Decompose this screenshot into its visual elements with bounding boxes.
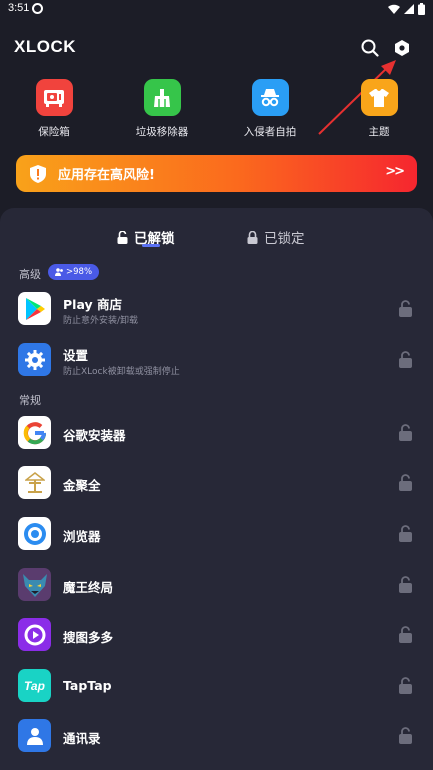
app-name: Play 商店 bbox=[63, 297, 122, 312]
app-desc: 防止XLock被卸载或强制停止 bbox=[63, 367, 180, 377]
app-name: 魔王终局 bbox=[63, 580, 114, 595]
feature-label: 主题 bbox=[368, 126, 390, 138]
contacts-icon bbox=[18, 719, 51, 752]
app-name: 搜图多多 bbox=[63, 630, 114, 645]
section-normal: 常规 bbox=[19, 394, 41, 407]
status-icons bbox=[388, 3, 425, 15]
broom-icon bbox=[143, 79, 181, 116]
settings-gear-icon bbox=[18, 343, 51, 376]
lock-toggle-icon[interactable] bbox=[398, 300, 413, 317]
lock-toggle-icon[interactable] bbox=[398, 525, 413, 542]
list-item-taptap[interactable]: Tap TapTap bbox=[0, 666, 433, 706]
list-item-soutu-duoduo[interactable]: 搜图多多 bbox=[0, 615, 433, 655]
badge-text: >98% bbox=[66, 267, 93, 277]
list-item-browser[interactable]: 浏览器 bbox=[0, 514, 433, 554]
app-list-panel: 已解锁 已锁定 高级 >98% Play 商店 防止意外安装/卸载 设置 防止X… bbox=[0, 208, 433, 770]
list-item-mowang-zhongju[interactable]: 魔王终局 bbox=[0, 565, 433, 605]
status-bar: 3:51 bbox=[0, 0, 433, 20]
risk-text: 应用存在高风险! bbox=[58, 168, 155, 183]
taptap-icon-text: Tap bbox=[24, 678, 45, 693]
list-item-jinjuquan[interactable]: 金聚全 bbox=[0, 463, 433, 503]
sync-icon bbox=[32, 3, 43, 14]
app-name: TapTap bbox=[63, 678, 112, 693]
list-item-contacts[interactable]: 通讯录 bbox=[0, 716, 433, 756]
game-monster-icon bbox=[18, 568, 51, 601]
status-time: 3:51 bbox=[8, 2, 30, 14]
shield-alert-icon bbox=[30, 164, 46, 183]
app-name: 通讯录 bbox=[63, 731, 101, 746]
battery-icon bbox=[418, 3, 425, 15]
app-name: 浏览器 bbox=[63, 529, 101, 544]
feature-theme[interactable]: 主题 bbox=[339, 79, 419, 139]
browser-icon bbox=[18, 517, 51, 550]
taptap-icon: Tap bbox=[18, 669, 51, 702]
users-icon bbox=[55, 268, 63, 276]
play-circle-icon bbox=[18, 618, 51, 651]
list-item-play-store[interactable]: Play 商店 防止意外安装/卸载 bbox=[0, 289, 433, 329]
wifi-icon bbox=[388, 4, 400, 14]
chevron-right-icon: >> bbox=[385, 164, 405, 179]
feature-label: 保险箱 bbox=[38, 126, 70, 138]
signal-icon bbox=[404, 4, 414, 14]
settings-icon[interactable] bbox=[390, 36, 414, 60]
tab-locked-label: 已锁定 bbox=[264, 231, 305, 247]
list-item-google-installer[interactable]: 谷歌安装器 bbox=[0, 413, 433, 453]
tab-locked[interactable]: 已锁定 bbox=[247, 227, 305, 247]
search-icon[interactable] bbox=[358, 36, 382, 60]
lock-toggle-icon[interactable] bbox=[398, 351, 413, 368]
list-item-settings[interactable]: 设置 防止XLock被卸载或强制停止 bbox=[0, 340, 433, 380]
lock-toggle-icon[interactable] bbox=[398, 576, 413, 593]
jinjuquan-icon bbox=[18, 466, 51, 499]
app-name: 金聚全 bbox=[63, 478, 101, 493]
active-tab-indicator bbox=[142, 244, 160, 247]
section-advanced: 高级 bbox=[19, 268, 41, 281]
feature-shortcuts: 保险箱 垃圾移除器 入侵者自拍 主题 bbox=[0, 79, 433, 141]
lock-toggle-icon[interactable] bbox=[398, 424, 413, 441]
lock-toggle-icon[interactable] bbox=[398, 626, 413, 643]
app-desc: 防止意外安装/卸载 bbox=[63, 316, 139, 326]
app-name: 设置 bbox=[63, 348, 89, 363]
lock-toggle-icon[interactable] bbox=[398, 474, 413, 491]
intruder-icon bbox=[251, 79, 289, 116]
feature-label: 入侵者自拍 bbox=[243, 126, 297, 138]
app-name: 谷歌安装器 bbox=[63, 428, 126, 443]
feature-junk-cleaner[interactable]: 垃圾移除器 bbox=[122, 79, 202, 139]
vault-icon bbox=[35, 79, 73, 116]
lock-toggle-icon[interactable] bbox=[398, 677, 413, 694]
feature-vault[interactable]: 保险箱 bbox=[14, 79, 94, 139]
google-icon bbox=[18, 416, 51, 449]
risk-banner[interactable]: 应用存在高风险! >> bbox=[16, 155, 417, 192]
unlock-icon bbox=[117, 230, 128, 244]
popularity-badge: >98% bbox=[48, 264, 100, 280]
app-logo: XLOCK bbox=[14, 37, 76, 56]
feature-label: 垃圾移除器 bbox=[135, 126, 189, 138]
lock-toggle-icon[interactable] bbox=[398, 727, 413, 744]
lock-icon bbox=[247, 230, 258, 244]
shirt-icon bbox=[360, 79, 398, 116]
feature-intruder-selfie[interactable]: 入侵者自拍 bbox=[230, 79, 310, 139]
google-play-icon bbox=[18, 292, 51, 325]
